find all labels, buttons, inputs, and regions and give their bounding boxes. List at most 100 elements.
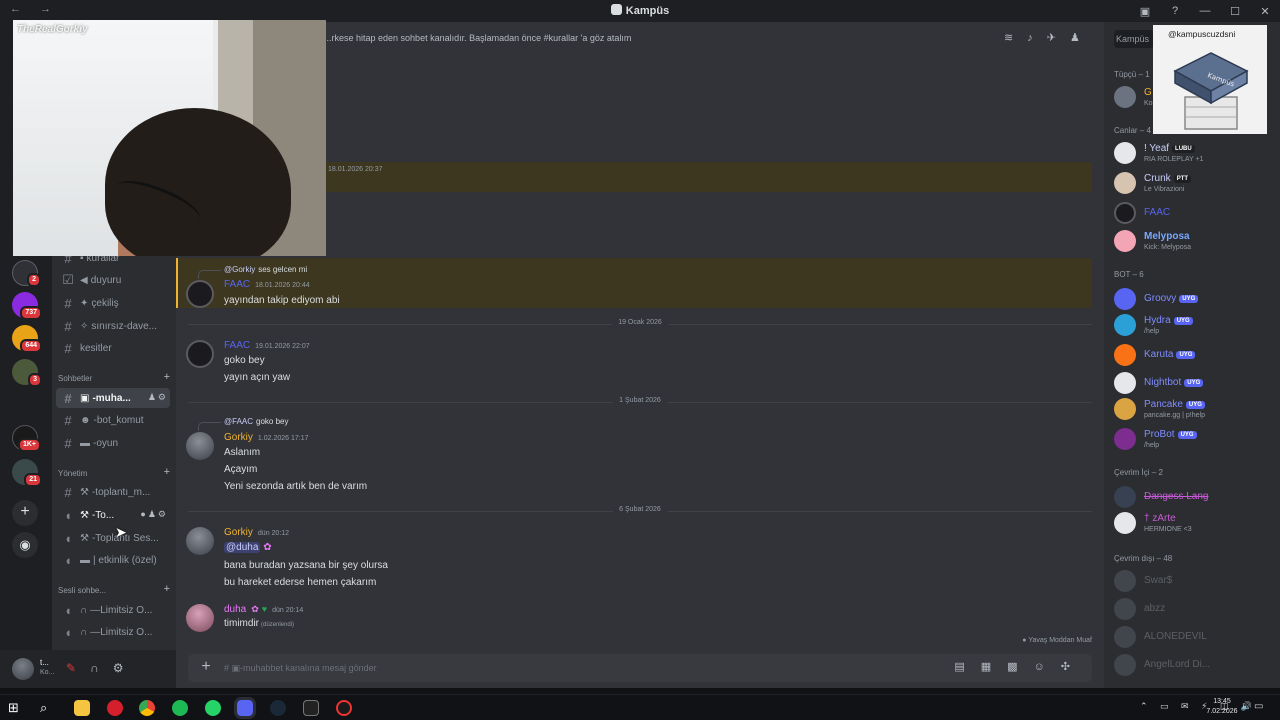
server-icon[interactable]: 3 <box>12 359 42 387</box>
server-icon[interactable]: 2 <box>12 260 41 287</box>
search-icon[interactable]: ⌕ <box>40 700 56 716</box>
member-item[interactable]: ProBot UYG/help <box>1114 426 1276 454</box>
voice-channel-limitsiz-1[interactable]: ◖ ∩ —Limitsiz O... <box>56 600 170 620</box>
category-yonetim[interactable]: Yönetim + <box>58 466 170 478</box>
search-input[interactable]: Kampüs <box>1114 30 1154 48</box>
category-sohbetler[interactable]: Sohbetler + <box>58 371 170 383</box>
member-item[interactable]: Crunk PTT Le Vibrazioni <box>1114 170 1276 198</box>
headphones-icon[interactable]: ∩ <box>90 661 113 675</box>
server-icon[interactable]: 737 <box>12 292 42 320</box>
reply-preview[interactable]: @FAAC goko bey <box>197 417 288 431</box>
member-item[interactable]: ALONEDEVIL <box>1114 624 1276 652</box>
member-item[interactable]: Nightbot UYG <box>1114 370 1276 398</box>
category-sesli-sohbet[interactable]: Sesli sohbe... + <box>58 583 170 595</box>
voice-channel-toplanti-ses[interactable]: ◖ ⚒ -Toplantı Ses... <box>56 528 170 548</box>
member-item[interactable]: FAAC <box>1114 200 1276 228</box>
obs-icon[interactable] <box>336 700 352 716</box>
close-button[interactable]: ✕ <box>1250 5 1280 18</box>
add-channel-icon[interactable]: + <box>164 583 170 595</box>
sticker-icon[interactable]: ▩ <box>1007 661 1033 673</box>
server-icon[interactable]: 1K+ <box>12 425 41 452</box>
message-author[interactable]: duha <box>224 604 246 615</box>
attach-icon[interactable]: + <box>196 658 216 676</box>
composer-input[interactable]: # ▣-muhabbet kanalına mesaj gönder <box>224 663 377 674</box>
channel-sinirsiz-davet[interactable]: # ✧ sınırsız-dave... <box>56 316 170 336</box>
taskbar-clock[interactable]: 13:45 7.02.2026 <box>1200 697 1244 717</box>
channel-bot-komut[interactable]: # ☻ -bot_komut <box>56 410 170 430</box>
help-icon[interactable]: ? <box>1160 5 1190 17</box>
member-item[interactable]: Swar$ <box>1114 568 1276 596</box>
inbox-icon[interactable]: ▣ <box>1130 5 1160 18</box>
opera-icon[interactable] <box>107 700 123 716</box>
voice-channel-toplanti[interactable]: ◖ ⚒ -To... ●♟⚙ <box>56 505 170 525</box>
flower-icon: ✿ <box>263 542 272 553</box>
member-item[interactable]: AngelLord Di... <box>1114 652 1276 680</box>
message-author[interactable]: Gorkiy <box>224 432 253 443</box>
voice-channel-etkinlik[interactable]: ◖ ▬ | etkinlik (özel) <box>56 550 170 570</box>
avatar[interactable] <box>186 432 214 460</box>
pin-icon[interactable]: ✈ <box>1047 32 1070 44</box>
channel-duyuru[interactable]: ☑ ◀ duyuru <box>56 270 170 290</box>
channel-actions-icon[interactable]: ●♟⚙ <box>140 509 168 520</box>
slowmode-notice: ● Yavaş Moddan Muaf <box>1022 637 1092 644</box>
notification-icon[interactable]: ▭ <box>1254 701 1263 712</box>
member-item[interactable]: Dangess Lang <box>1114 484 1276 512</box>
capcut-icon[interactable] <box>303 700 319 716</box>
reply-preview[interactable]: @Gorkiy ses gelcen mi <box>197 265 307 279</box>
message-composer[interactable]: + # ▣-muhabbet kanalına mesaj gönder ▤▦▩… <box>188 654 1092 682</box>
avatar[interactable] <box>12 658 34 680</box>
member-item[interactable]: Karuta UYG <box>1114 342 1276 370</box>
threads-icon[interactable]: ≋ <box>1004 32 1027 44</box>
chrome-icon[interactable] <box>139 700 155 716</box>
avatar[interactable] <box>186 280 214 308</box>
gift-icon[interactable]: ▤ <box>954 661 980 673</box>
avatar[interactable] <box>186 527 214 555</box>
spotify-icon[interactable] <box>172 700 188 716</box>
discord-icon[interactable] <box>234 697 256 719</box>
add-channel-icon[interactable]: + <box>164 371 170 383</box>
hash-icon: # <box>64 390 72 406</box>
minimize-button[interactable]: — <box>1190 5 1220 17</box>
stream-logo-overlay: @kampuscuzdsni Kampüs <box>1153 25 1267 134</box>
maximize-button[interactable]: ☐ <box>1220 5 1250 18</box>
member-item[interactable]: Pancake UYG pancake.gg | p!help <box>1114 396 1276 424</box>
channel-oyun[interactable]: # ▬ -oyun <box>56 433 170 453</box>
avatar[interactable] <box>186 340 214 368</box>
whatsapp-icon[interactable] <box>205 700 221 716</box>
channel-kesitler[interactable]: # kesitler <box>56 338 170 358</box>
user-mention[interactable]: @duha <box>224 542 261 553</box>
member-item[interactable]: † zArte HERMIONE <3 <box>1114 510 1276 538</box>
mic-muted-icon[interactable]: ✎ <box>66 661 90 675</box>
channel-cekilis[interactable]: # ✦ çekiliş <box>56 293 170 313</box>
announcement-icon: ☑ <box>62 272 74 287</box>
steam-icon[interactable] <box>270 700 286 716</box>
voice-channel-limitsiz-2[interactable]: ◖ ∩ —Limitsiz O... <box>56 622 170 642</box>
channel-muhabbet[interactable]: # ▣ -muha... ♟⚙ <box>56 388 170 408</box>
windows-start-icon[interactable]: ⊞ <box>8 700 24 716</box>
file-explorer-icon[interactable] <box>74 700 90 716</box>
add-channel-icon[interactable]: + <box>164 466 170 478</box>
hammer-icon: ⚒ <box>80 509 89 521</box>
member-item[interactable]: Hydra UYG/help <box>1114 312 1276 340</box>
user-panel: t... Ko... ✎∩⚙ <box>0 650 176 688</box>
channel-settings-icon[interactable]: ♟⚙ <box>148 392 168 403</box>
bell-icon[interactable]: ♪ <box>1027 32 1047 44</box>
apps-icon[interactable]: ✣ <box>1061 661 1086 673</box>
gif-icon[interactable]: ▦ <box>981 661 1007 673</box>
member-item[interactable]: Groovy UYG <box>1114 286 1276 314</box>
message-author[interactable]: FAAC <box>224 279 250 290</box>
message-author[interactable]: Gorkiy <box>224 527 253 538</box>
avatar[interactable] <box>186 604 214 632</box>
explore-icon[interactable]: ◉ <box>12 532 38 558</box>
server-icon[interactable]: 644 <box>12 325 42 353</box>
settings-icon[interactable]: ⚙ <box>113 661 138 675</box>
add-server-icon[interactable]: + <box>12 500 38 526</box>
server-icon[interactable]: 21 <box>12 459 42 487</box>
member-item[interactable]: abzz <box>1114 596 1276 624</box>
channel-toplanti-metin[interactable]: # ⚒ -toplantı_m... <box>56 482 170 502</box>
member-item[interactable]: Melyposa Kick: Melyposa <box>1114 228 1276 256</box>
message-author[interactable]: FAAC <box>224 340 250 351</box>
members-icon[interactable]: ♟ <box>1070 32 1094 44</box>
member-item[interactable]: ! Yeaf LUBU RIA ROLEPLAY +1 <box>1114 140 1276 168</box>
emoji-icon[interactable]: ☺ <box>1034 661 1061 673</box>
